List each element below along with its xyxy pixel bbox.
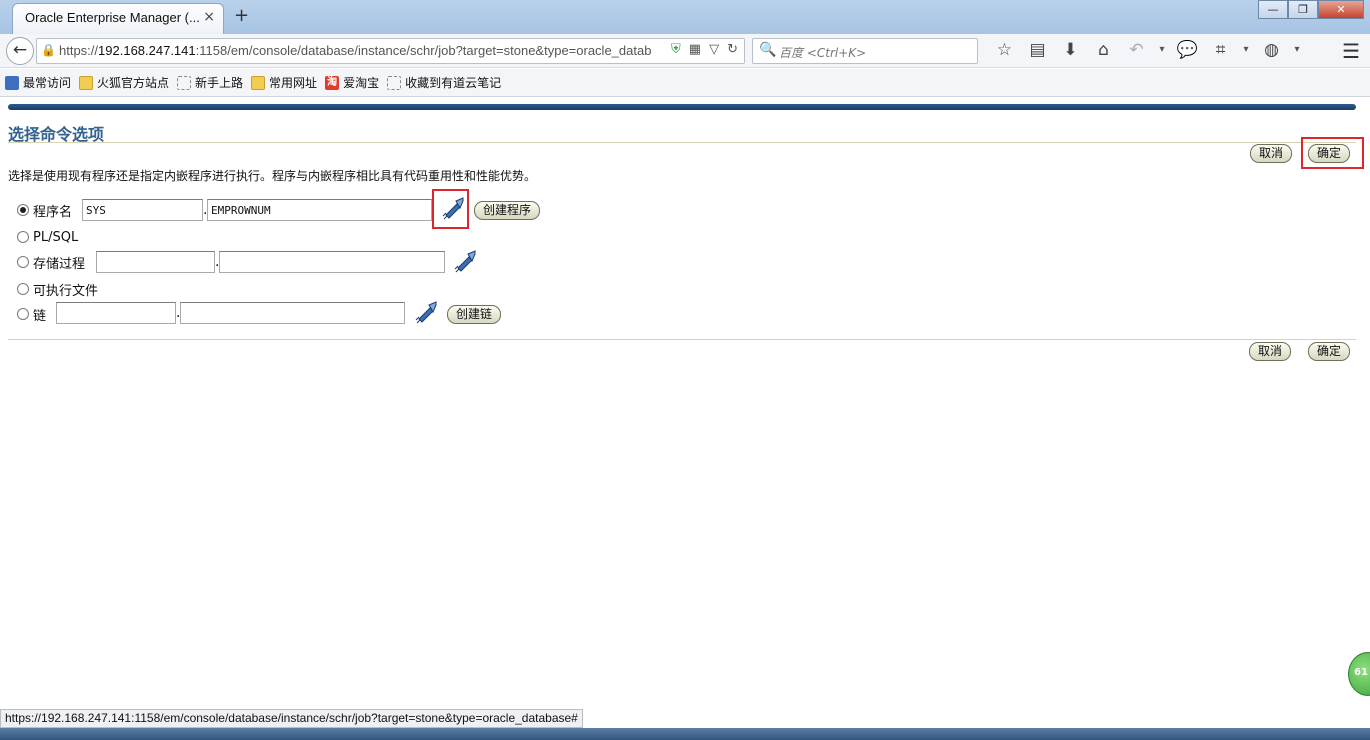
search-flashlight-icon[interactable] [452, 248, 478, 274]
executable-radio[interactable] [17, 283, 29, 295]
search-icon: 🔍 [759, 42, 777, 58]
procedure-schema-input[interactable] [96, 251, 215, 273]
toolbar-icons: ☆ ▤ ⬇ ⌂ ↶ ▾ 💬 ⌗ ▾ ◍ ▾ [988, 40, 1306, 60]
page-description: 选择是使用现有程序还是指定内嵌程序进行执行。程序与内嵌程序相比具有代码重用性和性… [8, 169, 537, 183]
most-visited-icon [5, 75, 19, 90]
bookmarks-bar: 最常访问 火狐官方站点 新手上路 常用网址 淘爱淘宝 收藏到有道云笔记 [0, 69, 1370, 97]
url-path: :1158/em/console/database/instance/schr/… [195, 43, 652, 58]
browser-tab[interactable]: Oracle Enterprise Manager (... × [12, 3, 224, 34]
highlight-box-flashlight [432, 189, 469, 229]
undo-dropdown-icon[interactable]: ▾ [1153, 40, 1171, 60]
taobao-icon: 淘 [325, 75, 340, 90]
badge-count: 61 [1354, 667, 1368, 678]
search-flashlight-icon[interactable] [413, 299, 439, 325]
folder-icon [79, 75, 94, 90]
maximize-button[interactable]: ❐ [1288, 0, 1318, 19]
tab-close-icon[interactable]: × [203, 9, 215, 25]
plsql-label: PL/SQL [33, 229, 79, 245]
bookmark-star-icon[interactable]: ☆ [988, 40, 1021, 60]
bottom-divider [8, 339, 1356, 340]
new-tab-button[interactable]: + [234, 5, 249, 26]
crop-dropdown-icon[interactable]: ▾ [1237, 40, 1255, 60]
procedure-name-input[interactable] [219, 251, 445, 273]
bookmark-label: 新手上路 [195, 76, 244, 90]
folder-icon [251, 75, 266, 90]
url-text[interactable]: https://192.168.247.141:1158/em/console/… [59, 43, 659, 58]
lock-icon: 🔒 [41, 43, 56, 57]
program-radio[interactable] [17, 204, 29, 216]
dashed-page-icon [177, 75, 192, 90]
os-taskbar [0, 728, 1370, 740]
search-bar[interactable]: 🔍 百度 <Ctrl+K> [752, 38, 978, 64]
dashed-page-icon [387, 75, 402, 90]
program-label: 程序名 [33, 204, 73, 220]
url-host: 192.168.247.141 [98, 43, 196, 58]
navigation-toolbar: ← 🔒 https://192.168.247.141:1158/em/cons… [0, 34, 1370, 68]
stored-procedure-radio[interactable] [17, 256, 29, 268]
bookmark-getting-started[interactable]: 新手上路 [177, 74, 243, 91]
cancel-button-top[interactable]: 取消 [1250, 144, 1293, 163]
bookmark-firefox-official[interactable]: 火狐官方站点 [79, 74, 169, 91]
browser-title-bar: Oracle Enterprise Manager (... × + — ❐ ✕ [0, 0, 1370, 34]
bookmark-most-visited[interactable]: 最常访问 [5, 74, 71, 91]
cancel-button-bottom[interactable]: 取消 [1249, 342, 1292, 361]
bookmark-label: 火狐官方站点 [97, 76, 170, 90]
bookmark-label: 最常访问 [23, 76, 72, 90]
program-name-input[interactable] [207, 199, 432, 221]
chain-label: 链 [33, 308, 47, 324]
chain-schema-input[interactable] [56, 302, 176, 324]
home-icon[interactable]: ⌂ [1087, 40, 1120, 60]
option-plsql[interactable]: PL/SQL [17, 226, 78, 248]
address-bar-icons: ⛨ ▦ ▽ ↻ [671, 42, 738, 57]
chat-bubble-icon[interactable]: 💬 [1171, 40, 1204, 60]
highlight-box-ok [1301, 137, 1364, 169]
create-program-button[interactable]: 创建程序 [474, 201, 541, 220]
create-chain-button[interactable]: 创建链 [447, 305, 502, 324]
globe-icon[interactable]: ◍ [1255, 40, 1288, 60]
crop-icon[interactable]: ⌗ [1204, 40, 1237, 60]
url-prefix: https:// [59, 43, 99, 58]
plsql-radio[interactable] [17, 231, 29, 243]
globe-dropdown-icon[interactable]: ▾ [1288, 40, 1306, 60]
window-controls: — ❐ ✕ [1258, 0, 1364, 19]
hamburger-menu-icon[interactable]: ☰ [1342, 39, 1360, 63]
side-float-badge[interactable]: 61 [1348, 652, 1370, 696]
executable-label: 可执行文件 [33, 283, 99, 299]
option-executable[interactable]: 可执行文件 [17, 278, 98, 300]
stored-procedure-label: 存储过程 [33, 256, 86, 272]
chain-radio[interactable] [17, 308, 29, 320]
qrcode-icon[interactable]: ▦ [689, 42, 701, 57]
bookmark-label: 爱淘宝 [343, 76, 380, 90]
bookmark-youdao[interactable]: 收藏到有道云笔记 [387, 74, 501, 91]
address-bar[interactable]: 🔒 https://192.168.247.141:1158/em/consol… [36, 38, 745, 64]
chain-name-input[interactable] [180, 302, 405, 324]
option-stored-procedure[interactable]: 存储过程 [17, 251, 85, 273]
minimize-button[interactable]: — [1258, 0, 1288, 19]
bookmark-common-sites[interactable]: 常用网址 [251, 74, 317, 91]
download-icon[interactable]: ⬇ [1054, 40, 1087, 60]
bookmarks-list-icon[interactable]: ▤ [1021, 40, 1054, 60]
shield-icon[interactable]: ⛨ [671, 42, 681, 57]
brand-bar [8, 104, 1356, 110]
undo-icon[interactable]: ↶ [1120, 40, 1153, 60]
option-chain[interactable]: 链 [17, 303, 46, 325]
reload-icon[interactable]: ↻ [727, 42, 738, 57]
bookmark-label: 收藏到有道云笔记 [405, 76, 502, 90]
close-window-button[interactable]: ✕ [1318, 0, 1364, 19]
title-divider [8, 142, 1356, 143]
search-placeholder: 百度 <Ctrl+K> [779, 46, 867, 60]
tab-title: Oracle Enterprise Manager (... [25, 10, 200, 25]
ok-button-bottom[interactable]: 确定 [1308, 342, 1351, 361]
option-program[interactable]: 程序名 [17, 199, 72, 221]
status-bar-url: https://192.168.247.141:1158/em/console/… [0, 709, 583, 728]
bookmark-label: 常用网址 [269, 76, 318, 90]
dropdown-arrow-icon[interactable]: ▽ [709, 42, 719, 57]
back-arrow-icon[interactable]: ← [6, 37, 34, 65]
bookmark-taobao[interactable]: 淘爱淘宝 [325, 74, 379, 91]
program-schema-input[interactable] [82, 199, 203, 221]
